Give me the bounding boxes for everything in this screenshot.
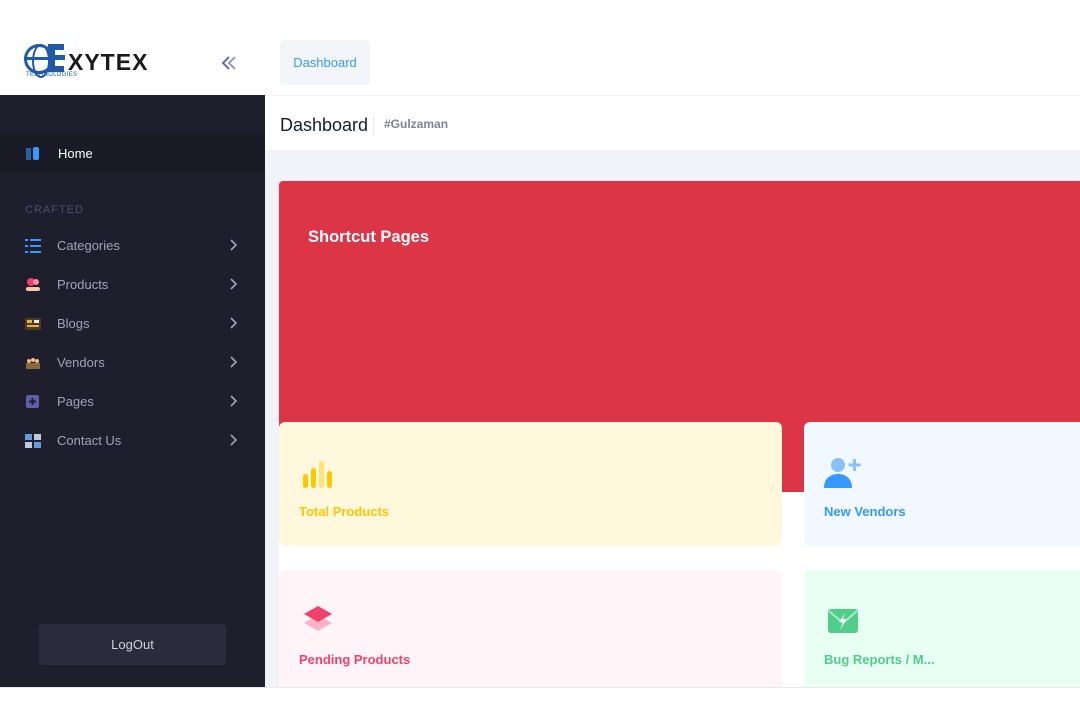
sidebar-item-label: Products bbox=[57, 277, 109, 292]
tile-bug-reports[interactable]: Bug Reports / M... bbox=[804, 570, 1080, 694]
tile-label: Bug Reports / M... bbox=[824, 652, 935, 667]
sidebar-item-categories[interactable]: Categories bbox=[0, 226, 265, 265]
tile-label: Total Products bbox=[299, 504, 390, 519]
sidebar-item-pages[interactable]: Pages bbox=[0, 382, 265, 421]
double-chevron-left-icon bbox=[221, 56, 236, 70]
chevron-right-icon bbox=[230, 239, 238, 251]
mail-flash-icon bbox=[828, 609, 858, 633]
chevron-right-icon bbox=[230, 434, 238, 446]
list-icon bbox=[25, 238, 41, 253]
pages-plus-icon bbox=[26, 394, 39, 408]
contact-icon bbox=[25, 433, 41, 448]
sidebar: Home CRAFTED Categories Products Blogs V… bbox=[0, 95, 265, 687]
sidebar-item-label: Categories bbox=[57, 238, 120, 253]
chevron-right-icon bbox=[230, 278, 238, 290]
add-user-icon bbox=[824, 458, 861, 488]
logo-subtext: TECHNOLOGIES bbox=[26, 72, 78, 78]
logout-button[interactable]: LogOut bbox=[39, 624, 226, 665]
sidebar-item-label: Home bbox=[58, 146, 93, 161]
sidebar-item-vendors[interactable]: Vendors bbox=[0, 343, 265, 382]
sidebar-item-home[interactable]: Home bbox=[0, 134, 265, 173]
sidebar-item-products[interactable]: Products bbox=[0, 265, 265, 304]
title-divider bbox=[373, 117, 374, 135]
blog-icon bbox=[25, 317, 41, 330]
sidebar-item-contact-us[interactable]: Contact Us bbox=[0, 421, 265, 460]
tile-new-vendors[interactable]: New Vendors bbox=[804, 422, 1080, 546]
brand-bar: XYTEX TECHNOLOGIES bbox=[0, 0, 265, 95]
tile-total-products[interactable]: Total Products bbox=[279, 422, 782, 546]
chevron-right-icon bbox=[230, 395, 238, 407]
home-icon bbox=[26, 146, 39, 160]
sidebar-item-blogs[interactable]: Blogs bbox=[0, 304, 265, 343]
card-title: Shortcut Pages bbox=[308, 228, 430, 246]
sidebar-section-title: CRAFTED bbox=[25, 204, 84, 216]
sidebar-collapse-button[interactable] bbox=[218, 52, 240, 74]
sidebar-item-label: Pages bbox=[57, 394, 94, 409]
sidebar-item-label: Blogs bbox=[57, 316, 90, 331]
chevron-right-icon bbox=[230, 317, 238, 329]
user-tag: #Gulzaman bbox=[384, 117, 449, 131]
logo-e-mark bbox=[48, 44, 65, 72]
subheader: Dashboard #Gulzaman bbox=[265, 96, 1080, 150]
bottom-strip bbox=[0, 687, 1080, 720]
tile-pending-products[interactable]: Pending Products bbox=[279, 570, 782, 694]
top-header: Dashboard bbox=[265, 0, 1080, 96]
page-title: Dashboard bbox=[280, 115, 369, 135]
logo-text: XYTEX bbox=[68, 49, 149, 75]
chevron-right-icon bbox=[230, 356, 238, 368]
layers-icon bbox=[304, 606, 332, 631]
tile-label: New Vendors bbox=[824, 504, 906, 519]
bar-chart-icon bbox=[303, 461, 332, 488]
sidebar-item-label: Vendors bbox=[57, 355, 105, 370]
tab-dashboard[interactable]: Dashboard bbox=[280, 40, 370, 85]
app-root: XYTEX TECHNOLOGIES Home CRAFTED Categori… bbox=[0, 0, 1080, 720]
sidebar-item-label: Contact Us bbox=[57, 433, 122, 448]
main-content: Shortcut Pages Total Products New Vendor… bbox=[265, 150, 1080, 694]
company-logo[interactable]: XYTEX TECHNOLOGIES bbox=[24, 42, 154, 82]
tile-label: Pending Products bbox=[299, 652, 411, 667]
product-hand-icon bbox=[26, 277, 40, 291]
vendors-icon bbox=[26, 357, 40, 369]
sidebar-nav-list: Categories Products Blogs Vendors Pages … bbox=[0, 226, 265, 460]
